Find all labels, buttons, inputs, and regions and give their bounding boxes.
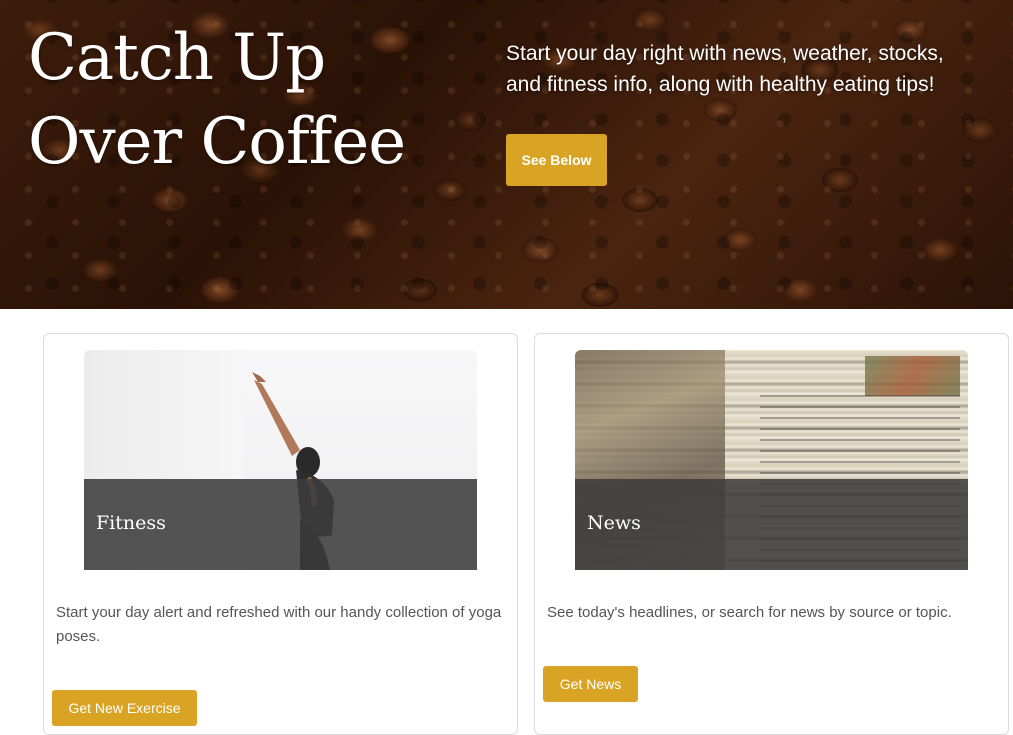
hero-tagline: Start your day right with news, weather,… <box>506 42 944 96</box>
fitness-card-title: Fitness <box>96 512 166 534</box>
fitness-image: Fitness <box>84 350 477 570</box>
news-card: News See today's headlines, or search fo… <box>534 333 1009 735</box>
get-news-button[interactable]: Get News <box>543 666 638 702</box>
news-image: News <box>575 350 968 570</box>
see-below-button[interactable]: See Below <box>506 134 607 186</box>
fitness-card-description: Start your day alert and refreshed with … <box>56 604 502 645</box>
news-card-title: News <box>587 512 641 534</box>
card-title-overlay: News <box>575 479 968 570</box>
get-new-exercise-button[interactable]: Get New Exercise <box>52 690 197 726</box>
page-title: Catch Up Over Coffee <box>28 21 406 179</box>
hero-banner: Catch Up Over Coffee Start your day righ… <box>0 0 1013 309</box>
card-title-overlay: Fitness <box>84 479 477 570</box>
fitness-card: Fitness Start your day alert and refresh… <box>43 333 518 735</box>
news-card-description: See today's headlines, or search for new… <box>547 604 952 621</box>
